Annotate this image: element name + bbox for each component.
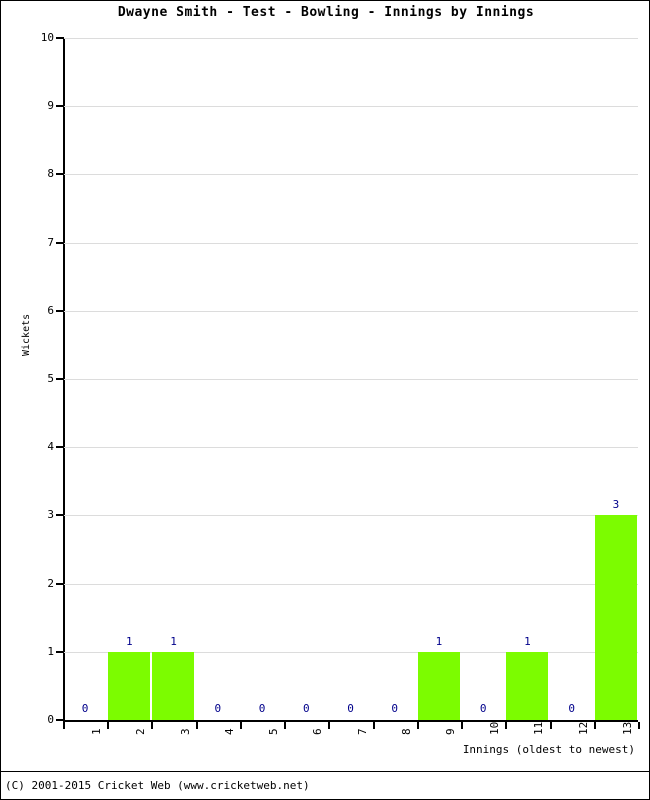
x-axis-tick xyxy=(461,722,463,729)
bar xyxy=(506,652,548,720)
y-axis-labels: 0 1 2 3 4 5 6 7 8 9 10 xyxy=(1,1,54,799)
bar xyxy=(152,652,194,720)
bar-value-label: 0 xyxy=(214,702,222,715)
x-axis-tick xyxy=(284,722,286,729)
x-axis-tick xyxy=(151,722,153,729)
y-axis-label: 3 xyxy=(47,508,54,522)
y-axis-label: 10 xyxy=(40,31,54,44)
x-axis-label: 5 xyxy=(267,728,280,735)
x-axis-label: 11 xyxy=(532,721,545,735)
footer-copyright: (C) 2001-2015 Cricket Web (www.cricketwe… xyxy=(5,779,310,792)
y-axis-tick xyxy=(56,378,64,380)
bar-value-label: 0 xyxy=(302,702,310,715)
x-axis-tick xyxy=(107,722,109,729)
y-axis-tick xyxy=(56,514,64,517)
gridline xyxy=(63,447,638,449)
x-axis-tick xyxy=(328,722,330,729)
x-axis-tick xyxy=(240,722,242,729)
y-axis-tick xyxy=(56,309,64,312)
bar xyxy=(595,515,637,720)
gridline xyxy=(63,242,638,244)
y-axis-label: 1 xyxy=(47,644,54,658)
gridline xyxy=(63,310,638,312)
bar-value-label: 0 xyxy=(347,702,354,715)
bar-value-label: 3 xyxy=(612,498,620,512)
gridline xyxy=(63,106,638,108)
x-axis-label: 12 xyxy=(577,721,590,735)
y-axis-label: 9 xyxy=(47,99,54,113)
y-axis-tick xyxy=(56,719,64,721)
x-axis-label: 13 xyxy=(621,721,634,735)
page-title: Dwayne Smith - Test - Bowling - Innings … xyxy=(117,5,535,20)
x-axis-tick xyxy=(594,722,596,729)
x-axis-label: 6 xyxy=(311,728,324,735)
x-axis-tick xyxy=(505,722,507,729)
x-axis-label: 3 xyxy=(179,728,192,735)
bar-value-label: 0 xyxy=(568,702,575,715)
y-axis-tick xyxy=(56,105,64,108)
y-axis-label: 5 xyxy=(47,372,54,385)
x-axis-tick xyxy=(550,722,552,729)
bar-value-label: 1 xyxy=(524,634,531,648)
x-axis-label: 7 xyxy=(356,728,369,735)
bar-value-label: 1 xyxy=(170,634,177,648)
x-axis-label: 10 xyxy=(488,721,501,735)
gridline xyxy=(63,515,638,517)
y-axis-title: Wickets xyxy=(21,313,32,356)
y-axis-tick xyxy=(56,446,64,449)
gridline xyxy=(63,174,638,176)
x-axis-tick xyxy=(417,722,419,729)
x-axis-title: Innings (oldest to newest) xyxy=(462,743,635,756)
y-axis-label: 7 xyxy=(47,235,54,249)
x-axis-label: 8 xyxy=(400,728,413,735)
x-axis-tick xyxy=(373,722,375,729)
footer-divider xyxy=(1,771,649,772)
y-axis-label: 2 xyxy=(47,576,54,590)
x-axis-label: 2 xyxy=(134,728,147,735)
bar-value-label: 0 xyxy=(391,702,399,715)
x-axis-tick xyxy=(638,722,640,729)
y-axis-label: 4 xyxy=(47,440,54,454)
y-axis-tick xyxy=(56,173,64,176)
x-axis-tick xyxy=(196,722,198,729)
x-axis-tick xyxy=(63,722,65,729)
bar-value-label: 0 xyxy=(479,702,487,715)
y-axis-tick xyxy=(56,582,64,585)
gridline xyxy=(63,38,638,39)
bar xyxy=(418,652,460,720)
y-axis-label: 0 xyxy=(47,713,54,726)
bar-value-label: 0 xyxy=(81,702,89,715)
gridline xyxy=(63,583,638,585)
x-axis-label: 4 xyxy=(223,728,236,735)
gridline xyxy=(63,379,638,380)
y-axis-tick xyxy=(56,650,64,653)
x-axis-label: 9 xyxy=(444,728,457,735)
chart-page: Dwayne Smith - Test - Bowling - Innings … xyxy=(0,0,650,800)
bar-value-label: 1 xyxy=(435,634,443,648)
y-axis-label: 8 xyxy=(47,167,54,181)
x-axis-label: 1 xyxy=(90,728,103,735)
bar xyxy=(108,652,150,720)
y-axis-tick xyxy=(56,37,64,39)
y-axis-tick xyxy=(56,241,64,244)
bar-value-label: 0 xyxy=(258,702,266,715)
bar-value-label: 1 xyxy=(126,634,133,648)
